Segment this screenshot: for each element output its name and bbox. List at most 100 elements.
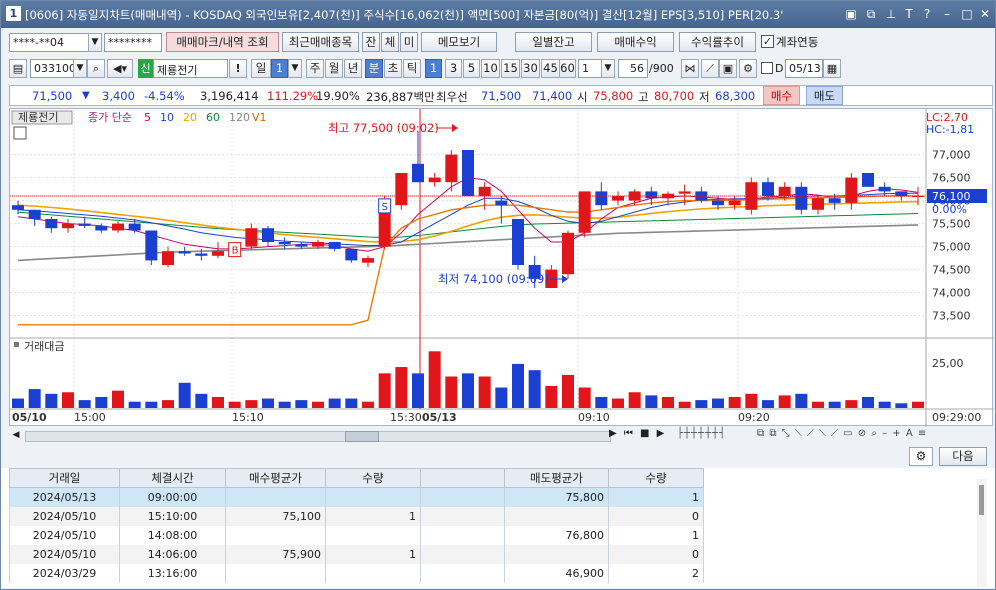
period-month-button[interactable]: 월 (325, 59, 343, 78)
date-input[interactable]: 05/13 (785, 59, 823, 78)
table-row[interactable]: 2024/05/10 14:08:00 76,800 1 (9, 525, 704, 545)
ma-period-120: 120 (229, 111, 250, 124)
chart-area[interactable]: 제룡전기 종가 단순 5 10 20 60 120 V1 LC:2,70 HC:-1,81 77,0… (9, 108, 994, 427)
hc-label: HC:-1,81 (926, 123, 974, 136)
copy-icon[interactable]: ⧉ (863, 6, 879, 22)
draw-icon[interactable]: ⟋ (701, 59, 719, 78)
price-chart[interactable]: 제룡전기 종가 단순 5 10 20 60 120 V1 LC:2,70HC:-1,8177,0… (10, 109, 994, 427)
scroll-track[interactable] (25, 431, 611, 442)
interval-15-button[interactable]: 15 (501, 59, 520, 78)
table-row[interactable]: 2024/05/10 14:06:00 75,900 1 0 (9, 544, 704, 564)
return-trend-button[interactable]: 수익률추이 (679, 32, 756, 52)
alert-icon[interactable]: ! (229, 59, 247, 78)
table-scrollbar[interactable] (977, 479, 987, 587)
account-link-checkbox[interactable]: ✓ (761, 35, 774, 48)
tool-icons[interactable]: ⧉ ⧉ ⤡ ⟍ ⟋ ⟍ ⟋ ▭ ⊘ ⌕ – + A ≡ (757, 428, 927, 439)
candle-body (195, 253, 208, 256)
period-minute-button[interactable]: 분 (365, 59, 383, 78)
interval-60-button[interactable]: 60 (559, 59, 576, 78)
interval-30-button[interactable]: 30 (521, 59, 540, 78)
volume: 3,196,414 (200, 89, 259, 103)
column-header[interactable]: 거래일 (9, 468, 120, 488)
font-icon[interactable]: T (901, 6, 917, 22)
buy-button[interactable]: 매수 (763, 86, 800, 105)
ma-period-10: 10 (160, 111, 174, 124)
tab-unexecuted[interactable]: 미 (400, 32, 418, 52)
recent-trades-button[interactable]: 최근매매종목 (282, 32, 359, 52)
layout-icon[interactable]: ▣ (843, 6, 859, 22)
crosshair-icon[interactable]: ⋈ (681, 59, 699, 78)
period-week-button[interactable]: 주 (306, 59, 324, 78)
code-dropdown-icon[interactable]: ▼ (73, 59, 87, 78)
close-icon[interactable]: ✕ (977, 6, 993, 22)
interval-45-button[interactable]: 45 (541, 59, 560, 78)
candle-body (295, 244, 308, 247)
turnover: 19.90% (316, 89, 360, 103)
volume-marker-icon (14, 342, 19, 347)
tab-balance[interactable]: 잔 (362, 32, 380, 52)
interval-5-button[interactable]: 5 (463, 59, 480, 78)
password-input[interactable]: ******** (104, 33, 162, 52)
interval-10-button[interactable]: 10 (481, 59, 500, 78)
scroll-left-icon[interactable]: ◀ (9, 428, 23, 443)
candle-body (145, 230, 158, 261)
sound-icon[interactable]: ◀▾ (107, 59, 133, 78)
period-number[interactable]: 1 (271, 59, 288, 78)
period-tick-button[interactable]: 틱 (403, 59, 421, 78)
candle-body (112, 223, 124, 231)
column-header[interactable]: 매도평균가 (504, 468, 609, 488)
column-header[interactable] (420, 468, 505, 488)
sell-button[interactable]: 매도 (806, 86, 843, 105)
best-bid: 71,400 (532, 89, 573, 103)
maximize-icon[interactable]: □ (959, 6, 975, 22)
search-icon[interactable]: ⌕ (87, 59, 105, 78)
next-button[interactable]: 다음 (939, 447, 987, 466)
low-annotation: 최저 74,100 (09:09) (438, 272, 549, 286)
column-header[interactable]: 매수평균가 (225, 468, 326, 488)
column-header[interactable]: 체결시간 (119, 468, 226, 488)
chart-type-icon[interactable]: ▤ (9, 59, 27, 78)
stock-code-input[interactable]: 033100 (30, 59, 74, 78)
account-input[interactable]: ****-**04 (9, 33, 89, 52)
table-cell (420, 563, 505, 583)
save-icon[interactable]: ▣ (719, 59, 737, 78)
table-row[interactable]: 2024/03/29 13:16:00 46,900 2 (9, 563, 704, 583)
scroll-thumb[interactable] (345, 431, 379, 442)
table-cell: 2024/05/10 (9, 544, 120, 564)
pin-icon[interactable]: ⊥ (883, 6, 899, 22)
period-second-button[interactable]: 초 (384, 59, 402, 78)
tab-executed[interactable]: 체 (381, 32, 399, 52)
help-icon[interactable]: ? (919, 6, 935, 22)
daily-balance-button[interactable]: 일별잔고 (515, 32, 592, 52)
column-header[interactable]: 수량 (325, 468, 421, 488)
candle-body (762, 182, 774, 196)
count-select[interactable]: 1 (578, 59, 602, 78)
table-cell: 0 (608, 544, 704, 564)
memo-button[interactable]: 메모보기 (421, 32, 497, 52)
table-settings-icon[interactable]: ⚙ (909, 447, 933, 466)
zoom-slider-icon[interactable]: ├┼┼┼┼┼┤ (677, 428, 726, 439)
table-row[interactable]: 2024/05/13 09:00:00 75,800 1 (9, 487, 704, 507)
period-day-button[interactable]: 일 (251, 59, 271, 78)
table-row[interactable]: 2024/05/10 15:10:00 75,100 1 0 (9, 506, 704, 526)
account-dropdown-icon[interactable]: ▼ (88, 33, 102, 52)
candle-body (712, 200, 724, 206)
interval-1-button[interactable]: 1 (425, 59, 442, 78)
period-year-button[interactable]: 년 (344, 59, 362, 78)
count-input[interactable]: 56 (618, 59, 648, 78)
d-checkbox[interactable] (761, 62, 773, 74)
interval-3-button[interactable]: 3 (445, 59, 462, 78)
stock-name-field[interactable]: 제룡전기 (153, 59, 228, 78)
table-cell (420, 544, 505, 564)
calendar-icon[interactable]: ▦ (823, 59, 841, 78)
column-header[interactable]: 수량 (608, 468, 704, 488)
period-dropdown-icon[interactable]: ▼ (288, 59, 302, 78)
minimize-icon[interactable]: – (939, 6, 955, 22)
settings-icon[interactable]: ⚙ (739, 59, 757, 78)
high-label: 고 (638, 90, 649, 104)
playback-icons[interactable]: ▶ ⏮ ■ ▶ (609, 428, 666, 439)
trade-profit-button[interactable]: 매매수익 (597, 32, 674, 52)
table-cell (504, 544, 609, 564)
count-dropdown-icon[interactable]: ▼ (601, 59, 615, 78)
trade-mark-query-button[interactable]: 매매마크/내역 조회 (166, 32, 279, 52)
